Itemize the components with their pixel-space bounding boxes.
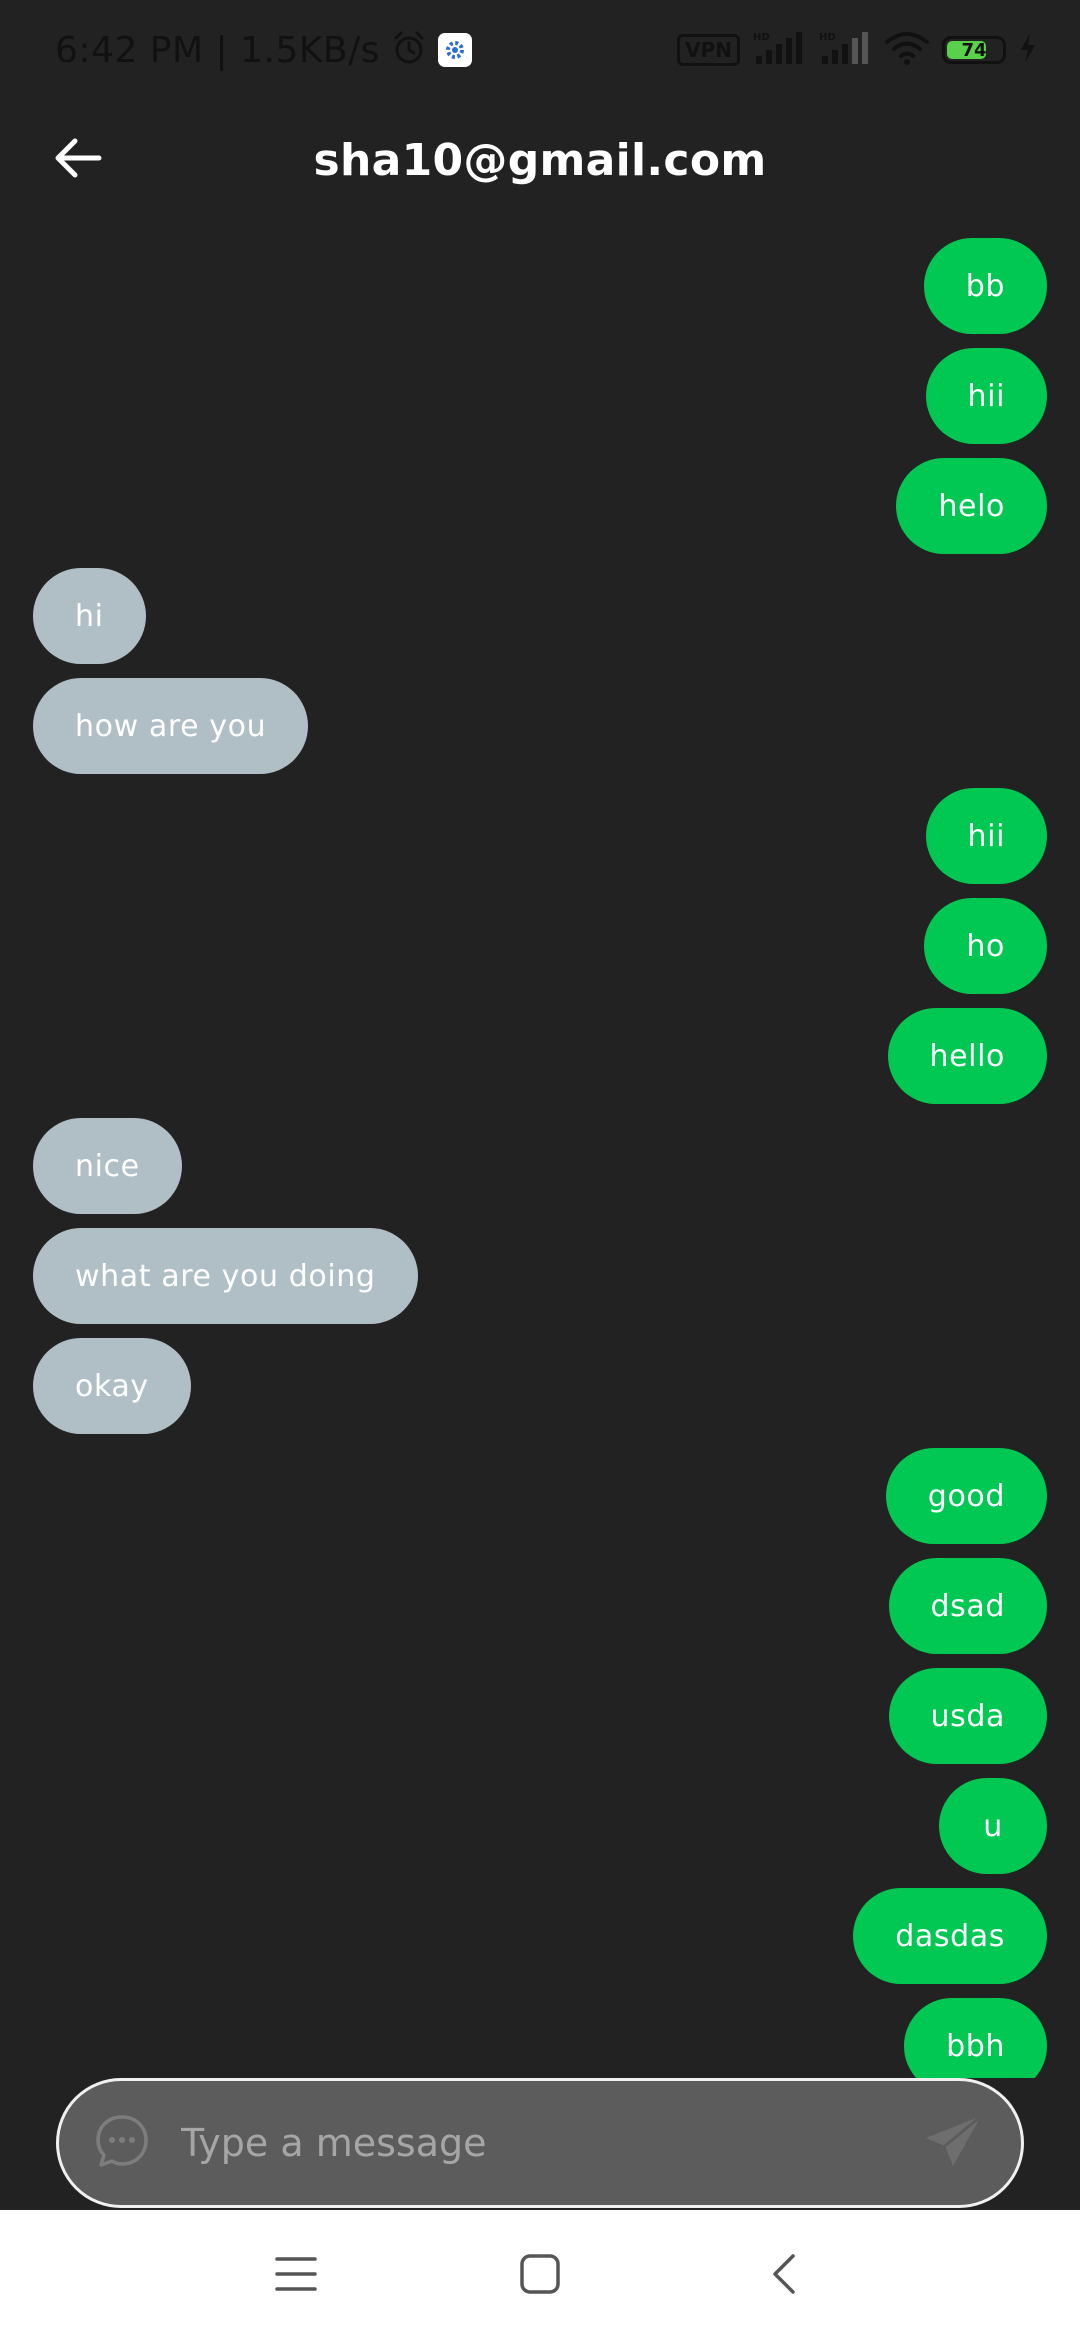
sent-message-row: good — [33, 1448, 1047, 1544]
message-bubble[interactable]: helo — [896, 458, 1047, 554]
message-bubble[interactable]: hii — [925, 788, 1047, 884]
received-message-row: nice — [33, 1118, 1047, 1214]
sent-message-row: dsad — [33, 1558, 1047, 1654]
message-text: helo — [938, 488, 1005, 524]
message-bubble[interactable]: how are you — [33, 678, 309, 774]
message-text: usda — [930, 1698, 1005, 1734]
nav-back-button[interactable] — [754, 2246, 814, 2306]
menu-icon — [274, 2254, 318, 2298]
message-input-bar — [56, 2078, 1024, 2208]
message-text: hello — [929, 1038, 1005, 1074]
message-text: hii — [967, 378, 1005, 414]
message-text: hii — [967, 818, 1005, 854]
message-bubble[interactable]: u — [939, 1778, 1047, 1874]
sent-message-row: hii — [33, 348, 1047, 444]
message-bubble[interactable]: nice — [33, 1118, 182, 1214]
signal-hd-icon: HD — [818, 30, 872, 70]
received-message-row: okay — [33, 1338, 1047, 1434]
menu-button[interactable] — [266, 2246, 326, 2306]
send-icon — [923, 2113, 985, 2173]
message-bubble[interactable]: hi — [33, 568, 146, 664]
message-bubble[interactable]: okay — [33, 1338, 191, 1434]
message-text: dasdas — [895, 1918, 1005, 1954]
message-text: ho — [966, 928, 1005, 964]
home-button[interactable] — [510, 2246, 570, 2306]
received-message-row: how are you — [33, 678, 1047, 774]
alarm-icon — [390, 29, 428, 71]
message-bubble[interactable]: bbh — [904, 1998, 1047, 2078]
sent-message-row: bbh — [33, 1998, 1047, 2078]
system-nav-bar — [0, 2210, 1080, 2340]
message-bubble[interactable]: what are you doing — [33, 1228, 418, 1324]
sent-message-row: hello — [33, 1008, 1047, 1104]
sent-message-row: usda — [33, 1668, 1047, 1764]
message-bubble[interactable]: bb — [923, 238, 1047, 334]
message-text: good — [927, 1478, 1005, 1514]
svg-text:HD: HD — [753, 32, 770, 43]
signal-hd-icon: HD — [752, 30, 806, 70]
message-text: bbh — [946, 2028, 1005, 2064]
status-right: VPN HD HD 74 — [677, 30, 1038, 70]
send-button[interactable] — [923, 2113, 985, 2173]
message-text: okay — [75, 1368, 149, 1404]
arrow-left-icon — [53, 136, 103, 184]
back-button[interactable] — [46, 128, 110, 192]
sent-message-row: dasdas — [33, 1888, 1047, 1984]
message-list[interactable]: bb hii helo hi how are you hii ho hello … — [33, 238, 1047, 2078]
vpn-icon: VPN — [677, 34, 740, 66]
chat-screen: 6:42 PM | 1.5KB/s VPN HD HD 74 sha10@gma… — [0, 0, 1080, 2340]
message-bubble[interactable]: hii — [925, 348, 1047, 444]
message-bubble[interactable]: ho — [924, 898, 1047, 994]
chat-header: sha10@gmail.com — [0, 112, 1080, 208]
svg-text:HD: HD — [819, 32, 836, 43]
status-left: 6:42 PM | 1.5KB/s — [55, 29, 473, 71]
message-bubble[interactable]: hello — [887, 1008, 1047, 1104]
page-title: sha10@gmail.com — [313, 134, 767, 186]
message-text: what are you doing — [75, 1258, 376, 1294]
home-icon — [518, 2252, 562, 2300]
message-bubble[interactable]: good — [885, 1448, 1047, 1544]
settings-app-icon — [438, 33, 473, 67]
sent-message-row: ho — [33, 898, 1047, 994]
message-input[interactable] — [151, 2081, 923, 2205]
message-bubble[interactable]: dsad — [888, 1558, 1047, 1654]
sent-message-row: u — [33, 1778, 1047, 1874]
message-text: nice — [75, 1148, 140, 1184]
sent-message-row: helo — [33, 458, 1047, 554]
message-bubble[interactable]: dasdas — [853, 1888, 1047, 1984]
chat-bubble-icon — [93, 2112, 151, 2174]
sent-message-row: bb — [33, 238, 1047, 334]
message-text: hi — [75, 598, 104, 634]
charging-icon — [1018, 31, 1038, 69]
message-text: how are you — [75, 708, 267, 744]
message-text: dsad — [930, 1588, 1005, 1624]
battery-icon: 74 — [942, 36, 1006, 64]
sent-message-row: hii — [33, 788, 1047, 884]
battery-level: 74 — [961, 39, 987, 61]
wifi-icon — [884, 30, 930, 70]
received-message-row: hi — [33, 568, 1047, 664]
status-time: 6:42 PM | 1.5KB/s — [55, 29, 381, 71]
message-bubble[interactable]: usda — [888, 1668, 1047, 1764]
message-text: u — [983, 1808, 1003, 1844]
status-bar: 6:42 PM | 1.5KB/s VPN HD HD 74 — [0, 0, 1080, 100]
back-icon — [769, 2252, 799, 2300]
message-text: bb — [965, 268, 1005, 304]
received-message-row: what are you doing — [33, 1228, 1047, 1324]
